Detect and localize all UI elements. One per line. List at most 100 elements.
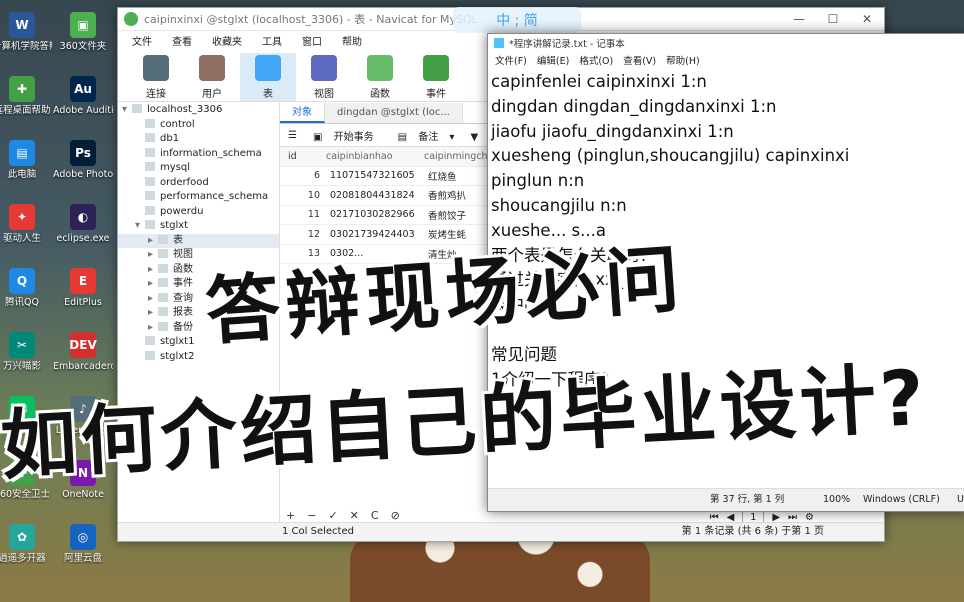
note-button[interactable]: ▤ 备注 ▾ [398, 128, 455, 143]
desktop-shortcut[interactable]: ✿ 逍遥多开器 [0, 524, 52, 564]
expander-icon[interactable]: ▸ [148, 321, 158, 336]
database-icon [145, 118, 155, 128]
close-button[interactable]: ✕ [850, 8, 884, 30]
desktop-shortcut-label: 此电脑 [7, 169, 37, 180]
tree-label: 事件 [173, 278, 193, 289]
desktop-shortcut-label: 360文件夹 [59, 41, 107, 52]
expander-icon[interactable]: ▾ [122, 103, 132, 118]
menu-item[interactable]: 查看 [162, 33, 202, 48]
desktop-shortcut[interactable]: E EditPlus [53, 268, 113, 308]
expander-icon[interactable]: ▸ [148, 248, 158, 263]
column-header[interactable]: id [280, 151, 322, 162]
cell-code[interactable]: 02171030282966 [326, 209, 422, 220]
notepad-menu-item[interactable]: 格式(O) [574, 53, 618, 67]
menu-item[interactable]: 工具 [252, 33, 292, 48]
expander-icon[interactable]: ▾ [135, 219, 145, 234]
minimize-button[interactable]: — [782, 8, 816, 30]
record-nav-button[interactable]: ✓ [328, 509, 337, 522]
expander-icon[interactable]: ▸ [148, 292, 158, 307]
record-nav-button[interactable]: C [371, 509, 379, 522]
cell-id[interactable]: 6 [280, 170, 326, 181]
desktop-shortcut[interactable]: ◎ 阿里云盘 [53, 524, 113, 564]
expander-icon[interactable]: ▸ [148, 306, 158, 321]
record-nav-button[interactable]: ✕ [350, 509, 359, 522]
tree-label: 报表 [173, 307, 193, 318]
desktop-shortcut[interactable]: Q 腾讯QQ [0, 268, 52, 308]
desktop-shortcut[interactable]: ✚ 远程桌面帮助 [0, 76, 52, 116]
toolbar-label: 事件 [426, 89, 446, 100]
record-nav-button[interactable]: + [286, 509, 295, 522]
toolbar-button-function[interactable]: 函数 [352, 53, 408, 101]
folder-icon: ▣ [70, 12, 96, 38]
desktop-shortcut[interactable]: Au Adobe Audition [53, 76, 113, 116]
toolbar-button-user[interactable]: 用户 [184, 53, 240, 101]
record-nav-button[interactable]: − [307, 509, 316, 522]
function-icon [367, 55, 393, 81]
toolbar-button-event[interactable]: 事件 [408, 53, 464, 101]
tree-item[interactable]: orderfood [118, 176, 279, 191]
desktop-shortcut[interactable]: ✂ 万兴喵影 [0, 332, 52, 372]
tree-item[interactable]: powerdu [118, 205, 279, 220]
notepad-titlebar[interactable]: *程序讲解记录.txt - 记事本 [488, 34, 964, 52]
menu-item[interactable]: 窗口 [292, 33, 332, 48]
remote-help-icon: ✚ [9, 76, 35, 102]
menu-item[interactable]: 文件 [122, 33, 162, 48]
ime-floating-toolbar[interactable]: 中 ; 简 [453, 7, 581, 33]
tree-item[interactable]: information_schema [118, 147, 279, 162]
desktop-shortcut[interactable]: ✦ 驱动人生 [0, 204, 52, 244]
tree-item[interactable]: control [118, 118, 279, 133]
desktop-shortcut[interactable]: ◐ eclipse.exe [53, 204, 113, 244]
menu-icon[interactable]: ☰ [288, 130, 297, 141]
user-icon [199, 55, 225, 81]
desktop-shortcut[interactable]: ▣ 360文件夹 [53, 12, 113, 52]
status-left: 1 Col Selected [282, 526, 354, 537]
begin-transaction-button[interactable]: ▣ 开始事务 [313, 128, 382, 143]
tree-label: 函数 [173, 263, 193, 275]
tree-label: orderfood [160, 176, 209, 188]
notepad-menu-item[interactable]: 编辑(E) [532, 53, 574, 67]
desktop-shortcut[interactable]: W 计算机学院答辩 宿舍.doc [0, 12, 52, 52]
toolbar-button-view[interactable]: 视图 [296, 53, 352, 101]
encoding: U [957, 494, 964, 505]
tree-item[interactable]: db1 [118, 132, 279, 147]
database-icon [145, 147, 155, 157]
desktop-shortcut-label: 驱动人生 [2, 233, 41, 244]
desktop-shortcut[interactable]: Ps Adobe Photoshop [53, 140, 113, 180]
menu-item[interactable]: 帮助 [332, 33, 372, 48]
notepad-menu-item[interactable]: 文件(F) [490, 53, 532, 67]
cell-code[interactable]: 11071547321605 [326, 170, 422, 181]
cell-code[interactable]: 02081804431824 [326, 190, 422, 201]
notepad-menu-item[interactable]: 查看(V) [618, 53, 661, 67]
expander-icon[interactable]: ▸ [148, 234, 158, 249]
tree-item[interactable]: ▾ stglxt [118, 219, 279, 234]
notepad-menu-item[interactable]: 帮助(H) [661, 53, 705, 67]
expander-icon[interactable]: ▸ [148, 263, 158, 278]
navicat-title: caipinxinxi @stglxt (localhost_3306) - 表… [144, 13, 478, 26]
database-icon [145, 350, 155, 360]
menu-item[interactable]: 收藏夹 [202, 33, 252, 48]
desktop-shortcut-label: 阿里云盘 [63, 553, 102, 564]
expander-icon[interactable]: ▸ [148, 277, 158, 292]
desktop-shortcut-label: 计算机学院答辩 宿舍.doc [0, 41, 52, 52]
record-nav-button[interactable]: ⊘ [391, 509, 400, 522]
tree-item[interactable]: ▸ 表 [118, 233, 279, 249]
column-header[interactable]: caipinbianhao [322, 151, 418, 162]
cell-id[interactable]: 11 [280, 209, 326, 220]
maximize-button[interactable]: ☐ [816, 8, 850, 30]
desktop-shortcut-label: eclipse.exe [56, 233, 110, 244]
notepad-icon [494, 38, 504, 48]
tree-item[interactable]: mysql [118, 161, 279, 176]
cell-id[interactable]: 12 [280, 229, 326, 240]
tab[interactable]: dingdan @stglxt (loc... [325, 103, 463, 123]
cursor-position: 第 37 行, 第 1 列 [710, 494, 785, 505]
toolbar-button-table[interactable]: 表 [240, 53, 296, 101]
desktop-shortcut[interactable]: DEV Embarcadero Dev [53, 332, 113, 372]
tree-item[interactable]: performance_schema [118, 190, 279, 205]
cell-id[interactable]: 10 [280, 190, 326, 201]
tab[interactable]: 对象 [280, 103, 325, 123]
tree-label: 表 [173, 234, 183, 246]
tree-item[interactable]: ▾ localhost_3306 [118, 103, 279, 118]
desktop-shortcut[interactable]: ▤ 此电脑 [0, 140, 52, 180]
toolbar-button-connection[interactable]: 连接 [128, 53, 184, 101]
tree-label: stglxt [160, 220, 189, 231]
